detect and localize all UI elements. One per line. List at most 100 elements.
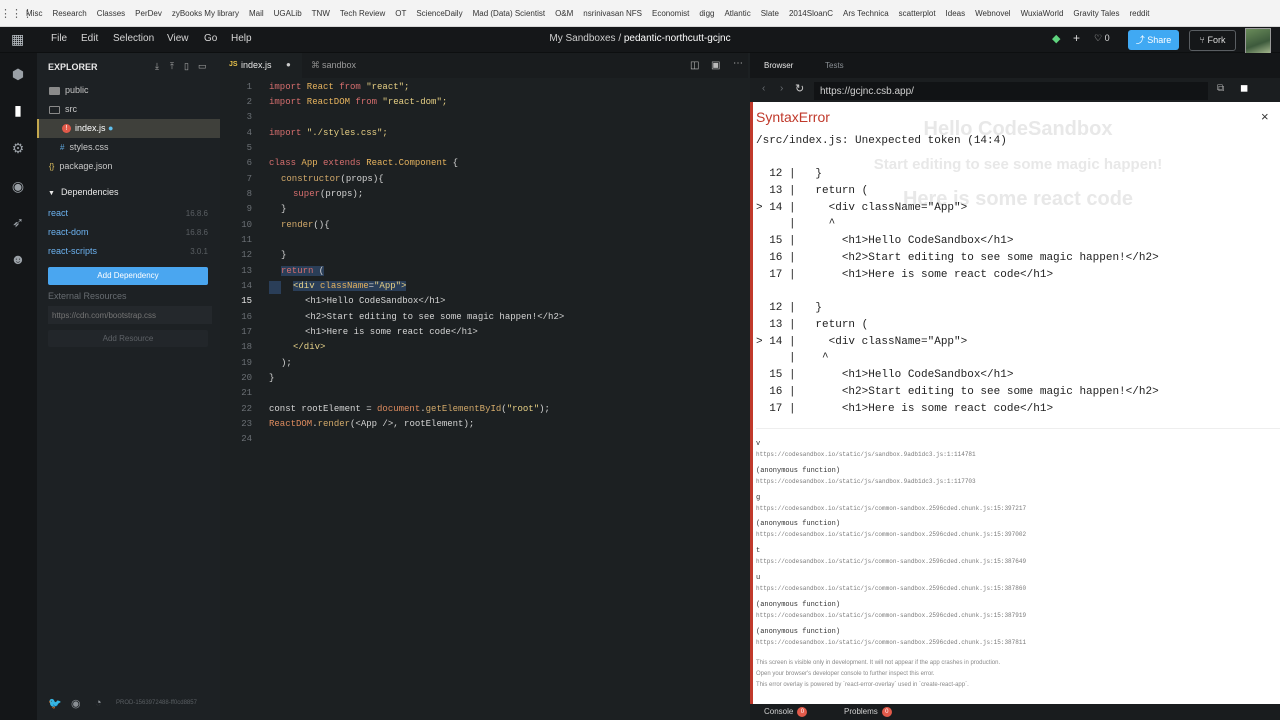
plus-icon[interactable]: + — [1073, 31, 1080, 45]
download-icon[interactable]: ⤓ — [155, 61, 159, 72]
new-file-icon[interactable]: ▯ — [184, 61, 189, 72]
github-icon[interactable]: ◉ — [71, 697, 81, 710]
bookmark-item[interactable]: Ideas — [946, 9, 966, 18]
live-icon[interactable]: ◆ — [1052, 32, 1060, 45]
file-package-json[interactable]: {} package.json — [37, 157, 220, 176]
bookmark-item[interactable]: Mad (Data) Scientist — [473, 9, 545, 18]
share-button[interactable]: ⤴ Share — [1128, 30, 1179, 50]
tab-sandbox[interactable]: ⌘ sandbox — [302, 53, 382, 78]
add-dependency-button[interactable]: Add Dependency — [48, 267, 208, 285]
bookmark-item[interactable]: nsrinivasan NFS — [583, 9, 642, 18]
sandbox-name[interactable]: pedantic-northcutt-gcjnc — [624, 33, 731, 44]
stack-url[interactable]: https://codesandbox.io/static/js/sandbox… — [756, 478, 976, 485]
code-frame-line: 12 | } — [756, 302, 823, 314]
fork-button[interactable]: ⑂ Fork — [1189, 30, 1236, 51]
file-index-js[interactable]: ! index.js ● — [37, 119, 220, 138]
twitter-icon[interactable]: 🐦 — [48, 697, 62, 710]
bookmark-item[interactable]: PerDev — [135, 9, 162, 18]
settings-icon[interactable]: ⚙ — [9, 139, 27, 157]
code-line: <div className="App"> — [293, 281, 407, 291]
bookmark-item[interactable]: reddit — [1129, 9, 1149, 18]
bookmark-item[interactable]: zyBooks My library — [172, 9, 239, 18]
bookmark-item[interactable]: scatterplot — [899, 9, 936, 18]
code-attr: className — [320, 281, 369, 291]
code-frame-line: | ^ — [756, 218, 836, 230]
fork-label: Fork — [1207, 35, 1226, 45]
preview-toggle-icon[interactable]: ▣ — [711, 60, 720, 71]
stack-url[interactable]: https://codesandbox.io/static/js/common-… — [756, 558, 1026, 565]
tab-browser[interactable]: Browser — [764, 61, 793, 70]
problems-tab[interactable]: Problems 0 — [844, 707, 892, 717]
code-punct: ( — [313, 266, 325, 276]
close-icon[interactable]: × — [1261, 109, 1269, 124]
stack-url[interactable]: https://codesandbox.io/static/js/sandbox… — [756, 451, 976, 458]
stack-url[interactable]: https://codesandbox.io/static/js/common-… — [756, 505, 1026, 512]
back-icon[interactable]: ‹ — [762, 83, 765, 94]
code-frame-line: 17 | <h1>Here is some react code</h1> — [756, 269, 1054, 281]
spectrum-icon[interactable]: ◔ — [95, 697, 102, 709]
bookmark-item[interactable]: WuxiaWorld — [1021, 9, 1064, 18]
code-frame-line: 13 | return ( — [756, 185, 869, 197]
bookmark-item[interactable]: Economist — [652, 9, 689, 18]
share-icon: ⤴ — [1135, 35, 1145, 45]
file-styles-css[interactable]: # styles.css — [37, 138, 220, 157]
js-file-icon: JS — [229, 61, 238, 68]
folder-src[interactable]: src — [37, 100, 220, 119]
file-icon[interactable]: ▮ — [9, 101, 27, 119]
bookmark-item[interactable]: Slate — [761, 9, 779, 18]
bookmark-item[interactable]: Tech Review — [340, 9, 385, 18]
dependency-react-scripts[interactable]: react-scripts 3.0.1 — [37, 242, 220, 261]
bookmark-item[interactable]: TNW — [312, 9, 330, 18]
bookmark-item[interactable]: Ars Technica — [843, 9, 889, 18]
github-icon[interactable]: ◉ — [9, 177, 27, 195]
bookmark-item[interactable]: Mail — [249, 9, 264, 18]
bookmark-item[interactable]: O&M — [555, 9, 573, 18]
bookmark-item[interactable]: Misc — [26, 9, 42, 18]
new-folder-icon[interactable]: ▭ — [198, 61, 207, 72]
bookmark-item[interactable]: 2014SloanC — [789, 9, 833, 18]
bookmark-item[interactable]: ScienceDaily — [416, 9, 462, 18]
bookmark-item[interactable]: digg — [699, 9, 714, 18]
avatar[interactable] — [1245, 28, 1271, 54]
dependencies-header[interactable]: ▼ Dependencies — [37, 183, 220, 202]
dependency-react[interactable]: react 16.8.6 — [37, 204, 220, 223]
tab-tests[interactable]: Tests — [825, 61, 844, 70]
split-view-icon[interactable]: ◫ — [690, 60, 699, 71]
add-resource-button[interactable]: Add Resource — [48, 330, 208, 347]
cube-icon[interactable]: ⬢ — [9, 65, 27, 83]
sandbox-group-link[interactable]: My Sandboxes — [549, 33, 615, 44]
forward-icon[interactable]: › — [780, 83, 783, 94]
stack-url[interactable]: https://codesandbox.io/static/js/common-… — [756, 585, 1026, 592]
rocket-icon[interactable]: ➶ — [9, 213, 27, 231]
dependency-react-dom[interactable]: react-dom 16.8.6 — [37, 223, 220, 242]
more-options-icon[interactable]: ⋯ — [733, 58, 743, 69]
unsaved-dot-icon[interactable]: ● — [286, 60, 291, 69]
stack-function: u — [756, 574, 761, 582]
bookmark-item[interactable]: OT — [395, 9, 406, 18]
apps-grid-icon[interactable]: ⋮⋮⋮ — [0, 7, 33, 20]
new-window-icon[interactable]: ⧉ — [1217, 83, 1224, 94]
bookmark-item[interactable]: Atlantic — [724, 9, 750, 18]
url-input[interactable] — [814, 82, 1208, 100]
users-icon[interactable]: ☻ — [9, 250, 27, 268]
bookmark-item[interactable]: Gravity Tales — [1073, 9, 1119, 18]
stack-url[interactable]: https://codesandbox.io/static/js/common-… — [756, 612, 1026, 619]
stack-url[interactable]: https://codesandbox.io/static/js/common-… — [756, 639, 1026, 646]
preview-subheading: Start editing to see some magic happen! — [873, 156, 1163, 173]
console-tab[interactable]: Console 0 — [764, 707, 808, 717]
bookmark-item[interactable]: UGALib — [274, 9, 302, 18]
bookmark-item[interactable]: Webnovel — [975, 9, 1010, 18]
fullscreen-icon[interactable]: ◼ — [1240, 83, 1248, 94]
like-button[interactable]: ♡ 0 — [1094, 33, 1110, 44]
folder-public[interactable]: public — [37, 81, 220, 100]
tab-index-js[interactable]: JS index.js ● — [220, 53, 302, 78]
bookmark-item[interactable]: Research — [52, 9, 86, 18]
code-editor[interactable]: 1 2 3 4 5 6 7 8 9 10 11 12 13 14 15 16 1… — [220, 78, 748, 720]
file-package-label: package.json — [59, 161, 113, 171]
upload-icon[interactable]: ⤒ — [170, 61, 174, 72]
stack-url[interactable]: https://codesandbox.io/static/js/common-… — [756, 531, 1026, 538]
bookmark-item[interactable]: Classes — [97, 9, 125, 18]
bookmarks-bar: ⋮⋮⋮ Misc Research Classes PerDev zyBooks My … — [0, 0, 1280, 27]
external-resource-input[interactable] — [48, 306, 212, 324]
refresh-icon[interactable]: ↻ — [795, 82, 804, 95]
